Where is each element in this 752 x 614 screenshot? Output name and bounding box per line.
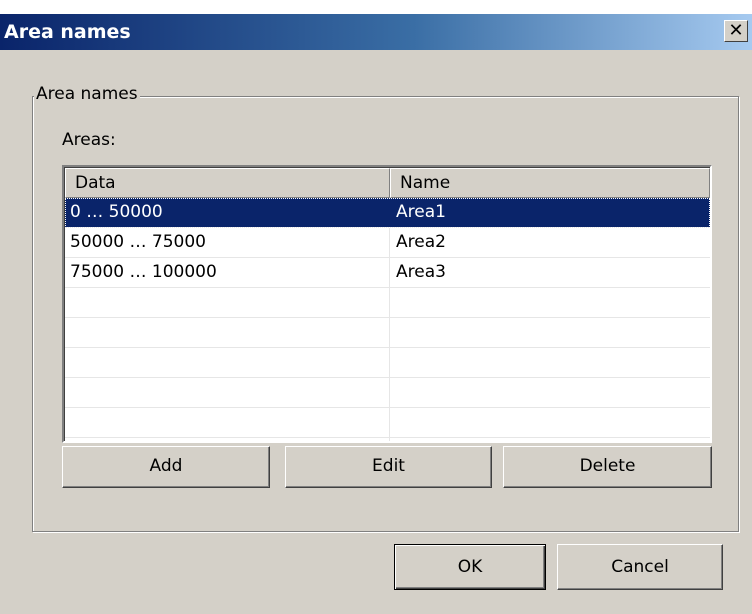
close-icon: ✕: [728, 20, 744, 41]
areas-list[interactable]: Data Name 0 … 50000 Area1 50000 … 75000 Are…: [62, 165, 712, 443]
table-row[interactable]: 75000 … 100000 Area3: [65, 258, 710, 288]
cell-name: Area1: [396, 202, 446, 222]
cell-data: 50000 … 75000: [70, 232, 206, 252]
add-button[interactable]: Add: [62, 446, 270, 488]
cell-name: Area3: [396, 262, 446, 282]
column-header-name[interactable]: Name: [390, 168, 710, 198]
table-row[interactable]: [65, 288, 710, 318]
table-row[interactable]: 50000 … 75000 Area2: [65, 228, 710, 258]
window-title: Area names: [4, 21, 131, 43]
table-row[interactable]: [65, 408, 710, 438]
areas-list-inner: Data Name 0 … 50000 Area1 50000 … 75000 Are…: [64, 167, 710, 441]
column-header-data[interactable]: Data: [65, 168, 390, 198]
cancel-button[interactable]: Cancel: [557, 544, 723, 590]
ok-button[interactable]: OK: [394, 544, 546, 590]
area-names-dialog: Area names ✕ Area names Areas: Data Name…: [0, 14, 752, 614]
cell-data: 0 … 50000: [70, 202, 163, 222]
delete-button[interactable]: Delete: [503, 446, 712, 488]
title-bar[interactable]: Area names ✕: [0, 14, 752, 50]
groupbox-legend: Area names: [34, 84, 140, 104]
cell-name: Area2: [396, 232, 446, 252]
table-row[interactable]: [65, 318, 710, 348]
table-row[interactable]: [65, 348, 710, 378]
areas-label: Areas:: [62, 130, 116, 150]
cell-data: 75000 … 100000: [70, 262, 217, 282]
close-button[interactable]: ✕: [724, 20, 748, 42]
table-row[interactable]: 0 … 50000 Area1: [65, 198, 710, 228]
list-header: Data Name: [65, 168, 710, 198]
table-row[interactable]: [65, 378, 710, 408]
edit-button[interactable]: Edit: [285, 446, 492, 488]
list-rows: 0 … 50000 Area1 50000 … 75000 Area2 75000 … …: [65, 198, 710, 438]
